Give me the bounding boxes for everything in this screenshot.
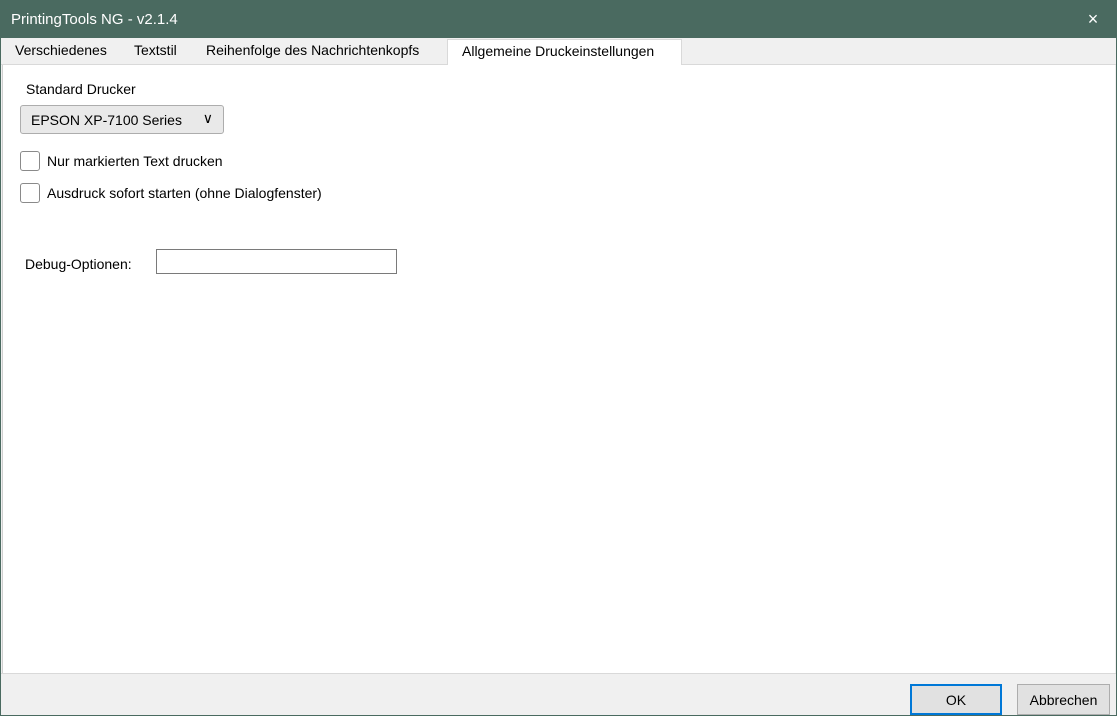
tab-textstil[interactable]: Textstil — [134, 42, 177, 64]
footer: OK Abbrechen — [1, 673, 1116, 715]
cancel-button[interactable]: Abbrechen — [1017, 684, 1110, 715]
title-bar: PrintingTools NG - v2.1.4 × — [1, 1, 1116, 38]
selected-text-label[interactable]: Nur markierten Text drucken — [47, 153, 223, 169]
printer-select[interactable]: EPSON XP-7100 Series ∨ — [20, 105, 224, 134]
printer-label: Standard Drucker — [26, 81, 136, 97]
tab-allgemeine-druckeinstellungen[interactable]: Allgemeine Druckeinstellungen — [447, 39, 682, 65]
window-title: PrintingTools NG - v2.1.4 — [11, 11, 178, 28]
debug-label: Debug-Optionen: — [25, 256, 132, 272]
print-immediately-checkbox[interactable] — [20, 183, 40, 203]
tab-bar: Verschiedenes Textstil Reihenfolge des N… — [1, 38, 1116, 65]
print-immediately-label[interactable]: Ausdruck sofort starten (ohne Dialogfens… — [47, 185, 322, 201]
tab-reihenfolge[interactable]: Reihenfolge des Nachrichtenkopfs — [206, 42, 419, 64]
close-icon[interactable]: × — [1070, 1, 1116, 38]
tab-panel: Standard Drucker EPSON XP-7100 Series ∨ … — [2, 65, 1115, 673]
selected-text-checkbox[interactable] — [20, 151, 40, 171]
ok-button[interactable]: OK — [910, 684, 1002, 715]
debug-input[interactable] — [156, 249, 397, 274]
chevron-down-icon: ∨ — [202, 110, 213, 126]
tab-verschiedenes[interactable]: Verschiedenes — [15, 42, 107, 64]
dialog-window: PrintingTools NG - v2.1.4 × Verschiedene… — [0, 0, 1117, 716]
printer-selected: EPSON XP-7100 Series — [31, 112, 182, 128]
